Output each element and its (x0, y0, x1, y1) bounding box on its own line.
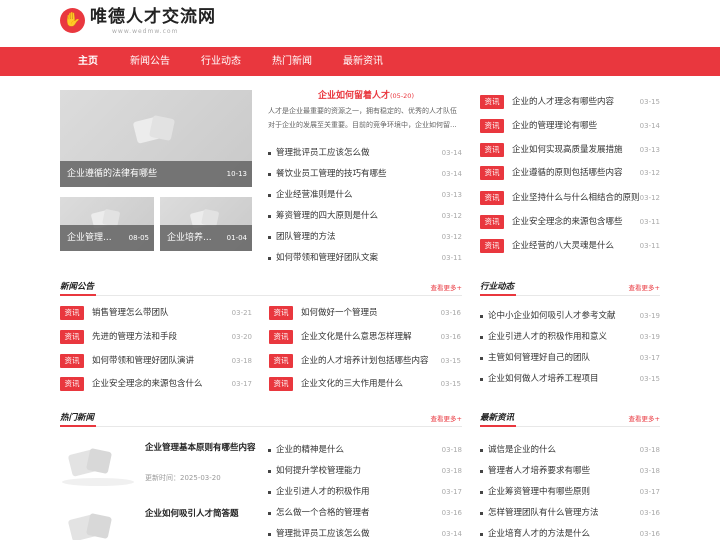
nav-hot-news[interactable]: 热门新闻 (272, 47, 312, 76)
list-item[interactable]: 管理者人才培养要求有哪些 03-18 (480, 464, 660, 478)
list-item[interactable]: 企业的精神是什么 03-18 (268, 443, 462, 457)
list-item[interactable]: 论中小企业如何吸引人才参考文献 03-19 (480, 309, 660, 323)
featured-title: 企业如何留着人才 (318, 91, 391, 100)
list-item[interactable]: 资讯 销售管理怎么带团队 03-21 (60, 306, 252, 320)
slider-thumb[interactable]: 企业管理... 08-05 (60, 197, 154, 251)
list-item[interactable]: 企业引进人才的积极作用和意义 03-19 (480, 330, 660, 344)
badge: 资讯 (480, 191, 504, 205)
list-item[interactable]: 资讯 企业的管理理论有哪些 03-14 (480, 119, 660, 133)
list-item[interactable]: 诚信是企业的什么 03-18 (480, 443, 660, 457)
more-link[interactable]: 查看更多+ (431, 283, 462, 293)
list-item[interactable]: 资讯 如何带领和管理好团队演讲 03-18 (60, 354, 252, 368)
badge: 资讯 (60, 330, 84, 344)
section-title: 新闻公告 (60, 281, 97, 296)
slider-caption: 企业遵循的法律有哪些 10-13 (60, 161, 252, 187)
section-header-latest: 最新资讯 查看更多+ (480, 412, 660, 427)
site-logo[interactable]: ✋ 唯德人才交流网 www.wedmw.com (60, 7, 250, 37)
nav-news-announcements[interactable]: 新闻公告 (130, 47, 170, 76)
slider-title: 企业遵循的法律有哪些 (67, 169, 158, 179)
section-title: 最新资讯 (480, 412, 517, 427)
thumb-date: 08-05 (128, 234, 149, 242)
list-item[interactable]: 资讯 企业的人才培养计划包括哪些内容 03-15 (269, 354, 461, 368)
list-item[interactable]: 资讯 企业如何实现高质量发展措施 03-13 (480, 143, 660, 157)
list-item[interactable]: 筹资管理的四大原则是什么 03-12 (268, 209, 462, 223)
list-item[interactable]: 企业筹资管理中有哪些原则 03-17 (480, 485, 660, 499)
more-link[interactable]: 查看更多+ (629, 283, 660, 293)
nav-home[interactable]: 主页 (78, 47, 98, 76)
badge: 资讯 (269, 306, 293, 320)
list-item[interactable]: 怎样管理团队有什么管理方法 03-16 (480, 506, 660, 520)
list-item[interactable]: 怎么做一个合格的管理者 03-16 (268, 506, 462, 520)
section-header-industry: 行业动态 查看更多+ (480, 281, 660, 296)
site-title: 唯德人才交流网 (90, 7, 216, 27)
thumb-date: 01-04 (226, 234, 247, 242)
list-item[interactable]: 团队管理的方法 03-12 (268, 230, 462, 244)
featured-headline[interactable]: 企业如何留着人才(05-20) (268, 86, 464, 100)
more-link[interactable]: 查看更多+ (629, 414, 660, 424)
section-title: 行业动态 (480, 281, 517, 296)
list-item[interactable]: 餐饮业员工管理的技巧有哪些 03-14 (268, 167, 462, 181)
list-item[interactable]: 资讯 企业的人才理念有哪些内容 03-15 (480, 95, 660, 109)
list-item[interactable]: 资讯 企业经营的八大灵魂是什么 03-11 (480, 239, 660, 253)
badge: 资讯 (480, 215, 504, 229)
list-item[interactable]: 企业培育人才的方法是什么 03-16 (480, 527, 660, 541)
list-item[interactable]: 资讯 企业文化的三大作用是什么 03-15 (269, 377, 461, 391)
more-link[interactable]: 查看更多+ (431, 414, 462, 424)
list-item[interactable]: 管理批评员工应该怎么做 03-14 (268, 146, 462, 160)
list-item[interactable]: 企业如何做人才培养工程项目 03-15 (480, 372, 660, 386)
list-item[interactable]: 资讯 企业安全理念的来源包含什么 03-17 (60, 377, 252, 391)
section-header-hot: 热门新闻 查看更多+ (60, 412, 462, 427)
featured-summary: 人才是企业最重要的资源之一，拥有稳定的、优秀的人才队伍对于企业的发展至关重要。目… (268, 107, 457, 129)
list-item[interactable]: 资讯 企业安全理念的来源包含哪些 03-11 (480, 215, 660, 229)
badge: 资讯 (480, 143, 504, 157)
nav-industry-trends[interactable]: 行业动态 (201, 47, 241, 76)
list-item[interactable]: 资讯 企业坚持什么与什么相结合的原则 03-12 (480, 191, 660, 205)
slider-thumb[interactable]: 企业培养... 01-04 (160, 197, 252, 251)
slider-date: 10-13 (226, 170, 247, 178)
thumb-caption: 企业管理... 08-05 (60, 225, 154, 251)
list-item[interactable]: 资讯 企业文化是什么意思怎样理解 03-16 (269, 330, 461, 344)
badge: 资讯 (269, 330, 293, 344)
list-item[interactable]: 资讯 先进的管理方法和手段 03-20 (60, 330, 252, 344)
badge: 资讯 (60, 377, 84, 391)
list-item[interactable]: 资讯 如何做好一个管理员 03-16 (269, 306, 461, 320)
hot-news-image[interactable] (60, 438, 136, 498)
badge: 资讯 (480, 119, 504, 133)
list-item[interactable]: 如何带领和管理好团队文案 03-11 (268, 251, 462, 265)
list-item[interactable]: 主管如何管理好自己的团队 03-17 (480, 351, 660, 365)
list-item[interactable]: 资讯 企业遵循的原则包括哪些内容 03-12 (480, 166, 660, 180)
slider-main[interactable]: 企业遵循的法律有哪些 10-13 (60, 90, 252, 187)
hot-news-title[interactable]: 企业如何吸引人才简答题 (145, 507, 239, 519)
badge: 资讯 (480, 239, 504, 253)
hot-news-title[interactable]: 企业管理基本原则有哪些内容 (145, 441, 256, 453)
badge: 资讯 (480, 95, 504, 109)
hot-news-image[interactable] (60, 505, 136, 540)
list-item[interactable]: 企业引进人才的积极作用 03-17 (268, 485, 462, 499)
hot-news-time: 更新时间：2025-03-20 (145, 474, 221, 482)
featured-date: (05-20) (390, 92, 414, 100)
list-item[interactable]: 企业经营准则是什么 03-13 (268, 188, 462, 202)
hand-logo-icon: ✋ (60, 8, 85, 33)
image-placeholder-icon (132, 111, 179, 151)
badge: 资讯 (60, 354, 84, 368)
thumb-title: 企业培养... (167, 233, 212, 243)
badge: 资讯 (480, 166, 504, 180)
section-header-news: 新闻公告 查看更多+ (60, 281, 462, 296)
nav-latest-info[interactable]: 最新资讯 (343, 47, 383, 76)
badge: 资讯 (269, 377, 293, 391)
main-nav: 主页 新闻公告 行业动态 热门新闻 最新资讯 (0, 47, 720, 76)
thumb-title: 企业管理... (67, 233, 112, 243)
thumb-caption: 企业培养... 01-04 (160, 225, 252, 251)
list-item[interactable]: 管理批评员工应该怎么做 03-14 (268, 527, 462, 541)
section-title: 热门新闻 (60, 412, 97, 427)
list-item[interactable]: 如何提升学校管理能力 03-18 (268, 464, 462, 478)
badge: 资讯 (60, 306, 84, 320)
badge: 资讯 (269, 354, 293, 368)
site-domain: www.wedmw.com (112, 28, 179, 35)
